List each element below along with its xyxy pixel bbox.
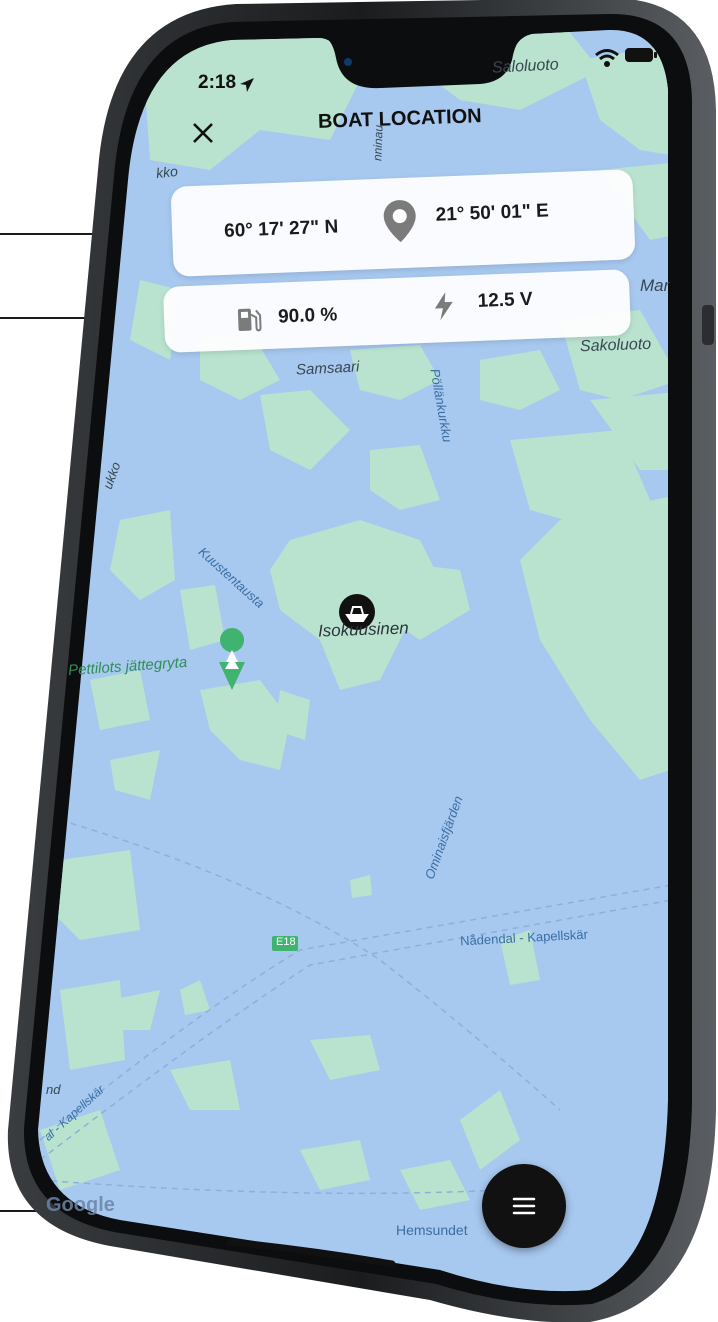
side-button [702, 305, 714, 345]
map-label: nninau [370, 124, 386, 162]
menu-icon [512, 1197, 536, 1215]
map-label: kko [155, 162, 179, 182]
lightning-icon [434, 292, 453, 321]
status-time: 2:18 [198, 72, 237, 93]
latitude-value: 60° 17' 27" N [223, 216, 339, 242]
location-pin-icon [383, 200, 416, 243]
location-arrow-icon [240, 78, 254, 92]
longitude-value: 21° 50' 01" E [435, 200, 550, 226]
fuel-pump-icon [237, 308, 262, 332]
map-label: Sakoluoto [579, 335, 652, 356]
front-camera [344, 58, 352, 66]
map-label: nd [46, 1082, 61, 1097]
map-attribution[interactable]: Google [46, 1194, 115, 1217]
battery-voltage-value: 12.5 V [477, 288, 533, 312]
map-label: Samsaari [295, 358, 360, 379]
road-label: E18 [276, 936, 296, 948]
wifi-icon [595, 49, 619, 67]
close-icon[interactable] [190, 120, 216, 146]
map-label: Saloluoto [491, 56, 560, 77]
menu-fab[interactable] [482, 1164, 566, 1248]
map-label: Isokuusinen [317, 618, 410, 641]
coordinates-card: 60° 17' 27" N 21° 50' 01" E [170, 169, 636, 277]
map-label: Hemsundet [396, 1222, 468, 1238]
map-label: Mar [640, 276, 670, 295]
fuel-level-value: 90.0 % [277, 304, 338, 328]
battery-icon [625, 48, 657, 62]
